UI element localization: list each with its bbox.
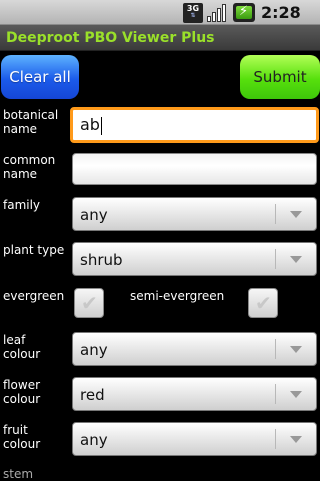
leaf-colour-label-text: leaf colour — [3, 333, 41, 361]
semi-evergreen-checkbox[interactable]: ✔ — [248, 288, 278, 318]
clock-time: 2:28 — [261, 3, 301, 22]
family-value: any — [80, 206, 108, 224]
checkmark-icon: ✔ — [81, 291, 98, 315]
flower-colour-label: flower colour — [3, 378, 40, 406]
common-name-input[interactable] — [72, 153, 317, 185]
network-3g-icon: 3G ⇅ — [183, 3, 203, 23]
plant-type-select[interactable]: shrub — [72, 242, 317, 276]
status-bar: 3G ⇅ ⚡ 2:28 PM — [0, 0, 320, 43]
family-select[interactable]: any — [72, 197, 317, 231]
submit-button[interactable]: Submit — [240, 55, 320, 99]
fruit-colour-value: any — [80, 431, 108, 449]
botanical-name-value: ab — [80, 115, 100, 134]
botanical-name-input[interactable]: ab — [70, 107, 319, 143]
signal-strength-icon — [207, 3, 227, 22]
flower-colour-value: red — [80, 386, 105, 404]
botanical-name-label: botanical name — [3, 108, 58, 136]
chevron-down-icon — [290, 391, 302, 398]
checkmark-icon: ✔ — [255, 291, 272, 315]
chevron-down-icon — [290, 211, 302, 218]
fruit-colour-select[interactable]: any — [72, 422, 317, 456]
botanical-name-label-text: botanical name — [3, 108, 59, 136]
chevron-down-icon — [290, 346, 302, 353]
chevron-down-icon — [290, 256, 302, 263]
fruit-colour-label-text: fruit colour — [3, 423, 41, 451]
leaf-colour-label: leaf colour — [3, 333, 40, 361]
battery-charging-icon: ⚡ — [233, 3, 255, 22]
text-caret — [100, 116, 102, 135]
app-title-bar: Deeproot PBO Viewer Plus — [0, 25, 320, 51]
evergreen-label: evergreen — [3, 289, 65, 303]
evergreen-checkbox[interactable]: ✔ — [74, 288, 104, 318]
fruit-colour-label: fruit colour — [3, 423, 40, 451]
semi-evergreen-label: semi-evergreen — [130, 289, 225, 303]
plant-type-label: plant type — [3, 243, 65, 257]
plant-type-value: shrub — [80, 251, 123, 269]
flower-colour-select[interactable]: red — [72, 377, 317, 411]
app-title: Deeproot PBO Viewer Plus — [6, 30, 215, 46]
stem-label: stem — [3, 467, 34, 481]
leaf-colour-value: any — [80, 341, 108, 359]
common-name-label-text: common name — [3, 153, 56, 181]
flower-colour-label-text: flower colour — [3, 378, 41, 406]
chevron-down-icon — [290, 436, 302, 443]
common-name-label: common name — [3, 153, 55, 181]
clear-all-button[interactable]: Clear all — [1, 55, 79, 99]
leaf-colour-select[interactable]: any — [72, 332, 317, 366]
family-label: family — [3, 198, 41, 212]
